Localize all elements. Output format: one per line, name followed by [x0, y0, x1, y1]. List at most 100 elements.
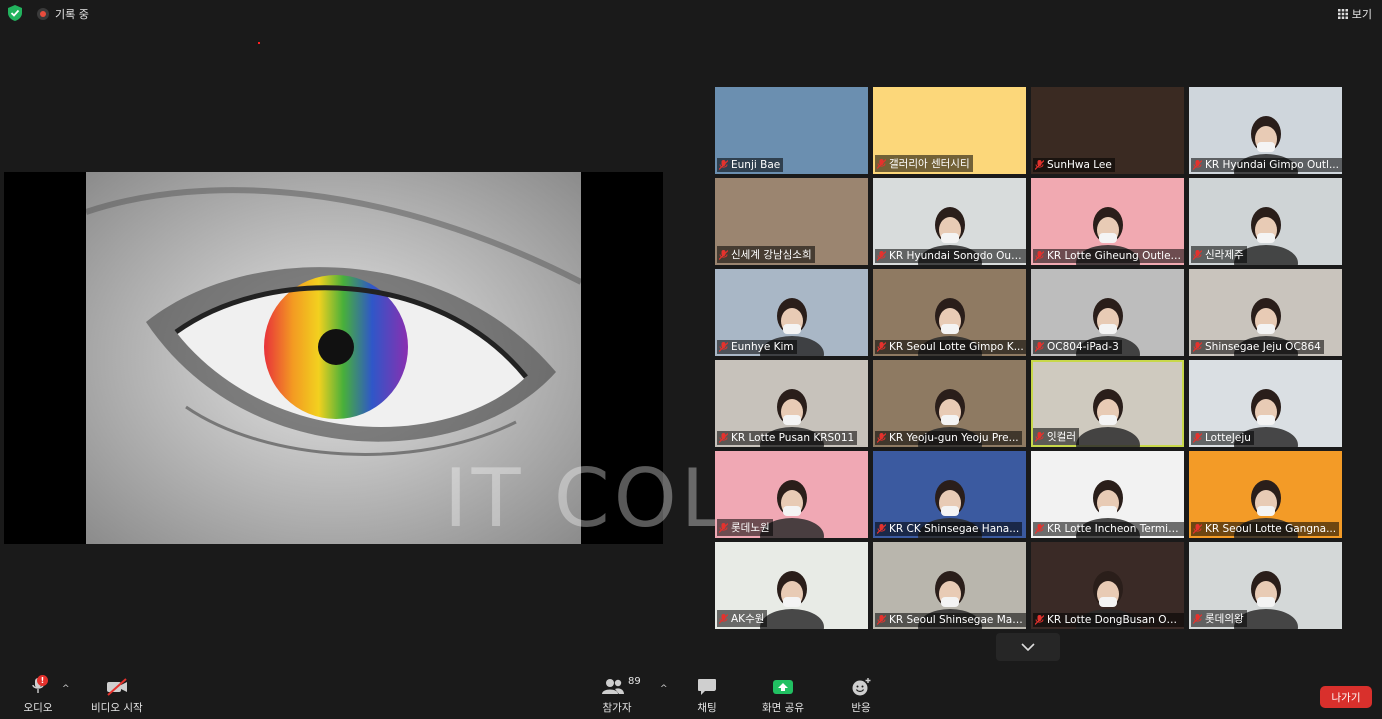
- muted-mic-icon: [719, 160, 728, 170]
- more-participants-button[interactable]: [996, 633, 1060, 661]
- muted-mic-icon: [877, 524, 886, 534]
- participant-tile[interactable]: KR Seoul Lotte Gimpo K...: [873, 269, 1026, 356]
- muted-mic-icon: [1193, 613, 1202, 624]
- share-screen-icon: [772, 680, 793, 694]
- audio-label: 오디오: [23, 702, 53, 714]
- participant-label: 잇컬러: [1033, 428, 1079, 445]
- start-video-button[interactable]: 비디오 시작: [91, 678, 143, 715]
- top-bar: 기록 중 보기: [0, 0, 1382, 26]
- participant-tile[interactable]: AK수원: [715, 542, 868, 629]
- view-button[interactable]: 보기: [1337, 6, 1372, 22]
- participant-tile[interactable]: KR Lotte Pusan KRS011: [715, 360, 868, 447]
- participant-label: KR CK Shinsegae Hana...: [875, 522, 1023, 536]
- participant-tile[interactable]: KR Lotte Giheung Outlet...: [1031, 178, 1184, 265]
- chat-button[interactable]: 채팅: [697, 678, 717, 715]
- cursor-dot: [258, 42, 260, 44]
- participant-video: [1075, 389, 1140, 447]
- muted-mic-icon: [719, 613, 728, 624]
- muted-mic-icon: [1193, 249, 1202, 260]
- record-icon: [37, 8, 49, 20]
- participant-tile[interactable]: 롯데노원: [715, 451, 868, 538]
- participant-tile[interactable]: KR Seoul Shinsegae Mai...: [873, 542, 1026, 629]
- chevron-down-icon: [1021, 643, 1035, 651]
- participant-name: KR Lotte DongBusan Ou...: [1047, 614, 1182, 626]
- participant-name: KR Hyundai Gimpo Outl...: [1205, 159, 1339, 171]
- share-screen-button[interactable]: 화면 공유: [762, 678, 804, 715]
- participant-name: 신라제주: [1205, 249, 1244, 261]
- participant-tile[interactable]: KR Seoul Lotte Gangna...: [1189, 451, 1342, 538]
- participant-tile[interactable]: Eunji Bae: [715, 87, 868, 174]
- participant-tile[interactable]: 신라제주: [1189, 178, 1342, 265]
- participant-label: SunHwa Lee: [1033, 158, 1115, 172]
- muted-mic-icon: [1035, 342, 1044, 352]
- muted-mic-icon: [877, 158, 886, 169]
- participant-tile[interactable]: 신세계 강남심소희: [715, 178, 868, 265]
- participants-count: 89: [628, 676, 641, 687]
- muted-mic-icon: [1035, 431, 1044, 442]
- smiley-icon: [852, 678, 871, 696]
- shared-screen[interactable]: IT COLOR: [4, 172, 849, 545]
- participant-gallery: Eunji Bae 갤러리아 센터시티 SunHwa Lee KR Hyundai G…: [715, 87, 1342, 629]
- participant-name: OC804-iPad-3: [1047, 341, 1119, 353]
- participant-label: KR Hyundai Songdo Out...: [875, 249, 1026, 263]
- participants-button[interactable]: 89 참가자: [602, 676, 641, 715]
- participant-name: KR Seoul Lotte Gangna...: [1205, 523, 1337, 535]
- muted-mic-icon: [719, 249, 728, 260]
- muted-mic-icon: [719, 522, 728, 533]
- meeting-toolbar: ! 오디오 ^ 비디오 시작 89 참가자 ^ 채팅 화면 공유 반응 나가기: [0, 672, 1382, 719]
- audio-options-caret[interactable]: ^: [62, 684, 70, 694]
- muted-mic-icon: [1193, 342, 1202, 352]
- participants-label: 참가자: [602, 702, 632, 714]
- muted-mic-icon: [1193, 160, 1202, 170]
- muted-mic-icon: [1193, 524, 1202, 534]
- participant-name: KR Lotte Giheung Outlet...: [1047, 250, 1182, 262]
- participant-name: KR Hyundai Songdo Out...: [889, 250, 1024, 262]
- participant-tile[interactable]: KR Hyundai Gimpo Outl...: [1189, 87, 1342, 174]
- muted-mic-icon: [877, 433, 886, 443]
- participant-tile[interactable]: Shinsegae Jeju OC864: [1189, 269, 1342, 356]
- participant-label: 롯데의왕: [1191, 610, 1247, 627]
- video-label: 비디오 시작: [91, 702, 143, 714]
- participant-tile[interactable]: KR Lotte Incheon Termin...: [1031, 451, 1184, 538]
- video-off-icon: [106, 678, 127, 696]
- muted-mic-icon: [1035, 160, 1044, 170]
- reactions-label: 반응: [851, 702, 871, 714]
- audio-button[interactable]: ! 오디오: [23, 675, 53, 715]
- participant-tile[interactable]: Eunhye Kim: [715, 269, 868, 356]
- participant-tile[interactable]: OC804-iPad-3: [1031, 269, 1184, 356]
- recording-indicator[interactable]: 기록 중: [37, 6, 89, 22]
- participant-name: KR Seoul Shinsegae Mai...: [889, 614, 1024, 626]
- participant-tile[interactable]: 잇컬러: [1031, 360, 1184, 447]
- participant-name: KR Lotte Pusan KRS011: [731, 432, 855, 444]
- muted-mic-icon: [877, 342, 886, 352]
- participant-tile[interactable]: KR Hyundai Songdo Out...: [873, 178, 1026, 265]
- participant-name: KR Yeoju-gun Yeoju Pre...: [889, 432, 1019, 444]
- reactions-button[interactable]: 반응: [851, 678, 871, 715]
- participant-label: KR Hyundai Gimpo Outl...: [1191, 158, 1342, 172]
- leave-button[interactable]: 나가기: [1320, 686, 1372, 708]
- participant-tile[interactable]: 롯데의왕: [1189, 542, 1342, 629]
- participant-tile[interactable]: KR Yeoju-gun Yeoju Pre...: [873, 360, 1026, 447]
- participant-name: KR Seoul Lotte Gimpo K...: [889, 341, 1024, 353]
- participant-name: Shinsegae Jeju OC864: [1205, 341, 1321, 353]
- participant-label: Eunhye Kim: [717, 340, 797, 354]
- participant-label: KR Seoul Lotte Gangna...: [1191, 522, 1340, 536]
- participant-tile[interactable]: KR CK Shinsegae Hana...: [873, 451, 1026, 538]
- grid-icon: [1337, 9, 1348, 19]
- participant-tile[interactable]: LotteJeju: [1189, 360, 1342, 447]
- participant-label: KR Yeoju-gun Yeoju Pre...: [875, 431, 1022, 445]
- chat-icon: [698, 679, 716, 695]
- participant-name: 신세계 강남심소희: [731, 249, 812, 261]
- participant-tile[interactable]: KR Lotte DongBusan Ou...: [1031, 542, 1184, 629]
- participant-label: OC804-iPad-3: [1033, 340, 1122, 354]
- participant-label: 갤러리아 센터시티: [875, 155, 973, 172]
- participant-tile[interactable]: SunHwa Lee: [1031, 87, 1184, 174]
- shield-icon[interactable]: [8, 5, 22, 21]
- muted-mic-icon: [877, 251, 886, 261]
- participants-icon: [602, 679, 624, 694]
- participant-name: KR CK Shinsegae Hana...: [889, 523, 1020, 535]
- view-label: 보기: [1351, 8, 1372, 21]
- participant-name: Eunji Bae: [731, 159, 781, 171]
- participant-tile[interactable]: 갤러리아 센터시티: [873, 87, 1026, 174]
- participants-options-caret[interactable]: ^: [660, 684, 668, 694]
